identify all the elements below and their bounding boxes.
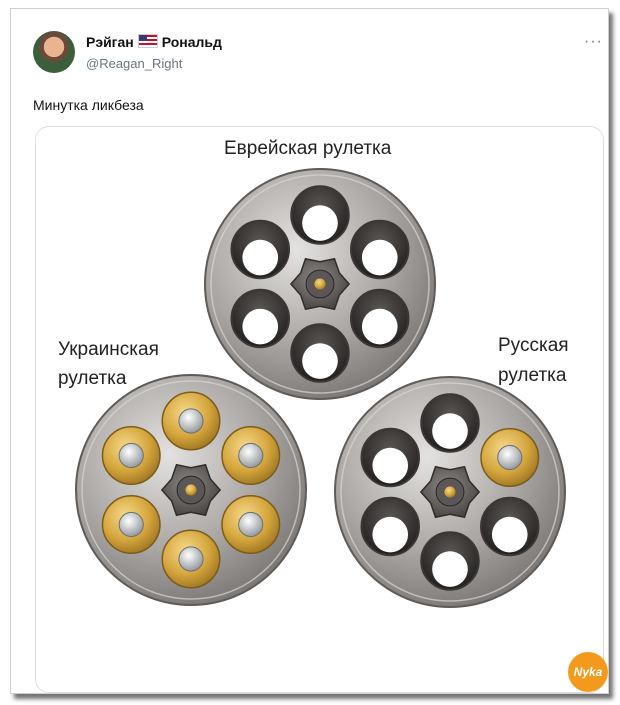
chamber-light bbox=[432, 413, 468, 449]
hub-pin bbox=[314, 278, 326, 290]
tweet-text: Минутка ликбеза bbox=[33, 97, 144, 113]
chamber-light bbox=[242, 239, 279, 276]
hub-pin bbox=[444, 486, 456, 498]
author-last-name: Рональд bbox=[161, 34, 222, 50]
primer bbox=[238, 511, 264, 538]
cylinder-jewish bbox=[204, 168, 436, 400]
chamber-light bbox=[302, 343, 338, 379]
us-flag-icon bbox=[137, 34, 158, 48]
chamber-light bbox=[361, 239, 398, 276]
avatar[interactable] bbox=[33, 31, 75, 73]
label-ukrainian-line1: Украинская bbox=[58, 339, 159, 360]
chamber-light bbox=[491, 516, 528, 553]
cylinder-russian bbox=[334, 376, 566, 608]
hub-pin bbox=[185, 484, 197, 496]
revolver-cylinders-illustration bbox=[75, 168, 566, 608]
cylinder-ukrainian bbox=[75, 374, 307, 606]
chamber-light bbox=[372, 447, 409, 484]
primer bbox=[118, 511, 144, 538]
chamber-light bbox=[242, 308, 279, 345]
label-russian-line1: Русская bbox=[498, 335, 569, 356]
primer bbox=[497, 444, 523, 471]
primer bbox=[118, 442, 144, 469]
more-dots-icon[interactable]: ··· bbox=[584, 33, 603, 51]
chamber-light bbox=[361, 308, 398, 345]
label-russian-line2: рулетка bbox=[498, 365, 567, 386]
primer bbox=[178, 408, 204, 434]
primer bbox=[178, 546, 204, 572]
label-jewish-roulette: Еврейская рулетка bbox=[224, 138, 392, 159]
tweet-card: Рэйган Рональд @Reagan_Right ··· Минутка … bbox=[10, 8, 609, 694]
chamber-light bbox=[302, 205, 338, 241]
tweet-image[interactable]: Еврейская рулетка Украинская рулетка Рус… bbox=[35, 126, 604, 693]
watermark-logo: Nyka bbox=[568, 652, 608, 692]
primer bbox=[238, 442, 264, 469]
label-ukrainian-line2: рулетка bbox=[58, 368, 127, 389]
author-handle[interactable]: @Reagan_Right bbox=[86, 56, 182, 71]
author-first-name: Рэйган bbox=[86, 34, 134, 50]
author-name[interactable]: Рэйган Рональд bbox=[86, 34, 222, 50]
chamber-light bbox=[372, 516, 409, 553]
chamber-light bbox=[432, 551, 468, 587]
